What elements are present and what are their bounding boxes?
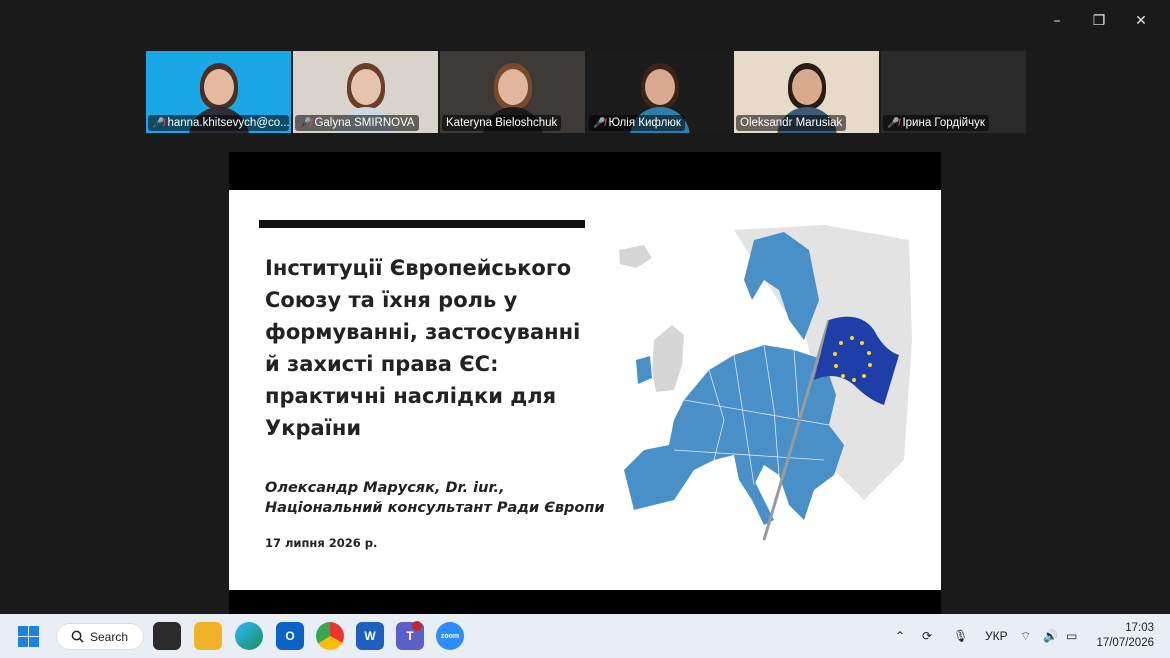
file-explorer-icon[interactable] [194, 622, 222, 650]
search-icon [71, 630, 84, 643]
participant-name-bar: 🎤̸ hanna.khitsevych@co... [148, 115, 289, 131]
taskbar-search[interactable]: Search [56, 623, 144, 650]
participant-name: Ірина Гордійчук [902, 117, 985, 129]
word-icon[interactable]: W [356, 622, 384, 650]
teams-notification-badge [412, 621, 422, 631]
participant-name-bar: Kateryna Bieloshchuk [442, 115, 562, 131]
clock-date: 17/07/2026 [1096, 637, 1154, 649]
taskbar: Search O W T zoom ⌃ ⟳ 🎙 УКР ⌔ 🔊 ▭ 17:03 … [0, 614, 1170, 658]
microphone-icon[interactable]: 🎙 [953, 614, 968, 658]
participant-tile[interactable]: 🎤̸ Юлія Кифлюк [587, 51, 732, 133]
search-label: Search [90, 629, 129, 644]
network-icon[interactable]: ⌔ [1020, 614, 1031, 658]
edge-browser-icon[interactable] [235, 622, 263, 650]
zoom-app-icon[interactable]: zoom [436, 622, 464, 650]
participant-tile[interactable]: 🎤̸ hanna.khitsevych@co... [146, 51, 291, 133]
sync-icon[interactable]: ⟳ [922, 614, 932, 658]
participant-tile[interactable]: 🎤̸ Galyna SMIRNOVA [293, 51, 438, 133]
participant-name-bar: Oleksandr Marusiak [736, 115, 847, 131]
uk-landmass [652, 325, 684, 392]
language-indicator[interactable]: УКР [985, 614, 1008, 658]
close-button[interactable]: ✕ [1120, 8, 1162, 34]
ireland [636, 356, 652, 384]
participant-name: hanna.khitsevych@co... [167, 117, 289, 129]
author-name: Олександр Марусяк, Dr. iur., [265, 480, 505, 496]
iceland-landmass [619, 245, 652, 268]
participant-name: Юлія Кифлюк [608, 117, 681, 129]
slide-date: 17 липня 2026 р. [265, 536, 378, 550]
participant-strip: 🎤̸ hanna.khitsevych@co... 🎤̸ Galyna SMIRNOV… [146, 51, 1026, 133]
outlook-icon[interactable]: O [276, 622, 304, 650]
participant-name: Galyna SMIRNOVA [314, 117, 415, 129]
restore-button[interactable]: ❐ [1078, 8, 1120, 34]
clock-time: 17:03 [1125, 622, 1154, 634]
slide-rule [259, 220, 585, 228]
eu-map-image [619, 225, 912, 541]
show-hidden-icons-chevron-icon[interactable]: ⌃ [895, 614, 905, 658]
mic-muted-icon: 🎤̸ [152, 117, 165, 129]
author-position: Національний консультант Ради Європи [265, 500, 605, 516]
participant-name: Kateryna Bieloshchuk [446, 117, 558, 129]
mic-muted-icon: 🎤̸ [593, 117, 606, 129]
windows-start-icon[interactable] [18, 626, 39, 647]
minimize-button[interactable]: – [1036, 8, 1078, 34]
shared-screen: Інституції Європейського Союзу та їхня р… [229, 152, 941, 614]
participant-tile[interactable]: Kateryna Bieloshchuk [440, 51, 585, 133]
presentation-slide: Інституції Європейського Союзу та їхня р… [229, 190, 941, 590]
slide-author: Олександр Марусяк, Dr. iur., Національни… [265, 478, 605, 518]
participant-name-bar: 🎤̸ Galyna SMIRNOVA [295, 115, 419, 131]
participant-tile[interactable]: 🎤̸ Ірина Гордійчук [881, 51, 1026, 133]
task-view-icon[interactable] [153, 622, 181, 650]
slide-title: Інституції Європейського Союзу та їхня р… [265, 256, 581, 440]
volume-icon[interactable]: 🔊 [1043, 614, 1058, 658]
mic-muted-icon: 🎤̸ [299, 117, 312, 129]
participant-name-bar: 🎤̸ Ірина Гордійчук [883, 115, 989, 131]
window-controls: – ❐ ✕ [1036, 8, 1162, 34]
participant-tile[interactable]: Oleksandr Marusiak [734, 51, 879, 133]
chrome-icon[interactable] [316, 622, 344, 650]
participant-name: Oleksandr Marusiak [740, 117, 843, 129]
participant-name-bar: 🎤̸ Юлія Кифлюк [589, 115, 685, 131]
mic-muted-icon: 🎤̸ [887, 117, 900, 129]
battery-icon[interactable]: ▭ [1066, 614, 1077, 658]
system-clock[interactable]: 17:03 17/07/2026 [1096, 621, 1154, 651]
